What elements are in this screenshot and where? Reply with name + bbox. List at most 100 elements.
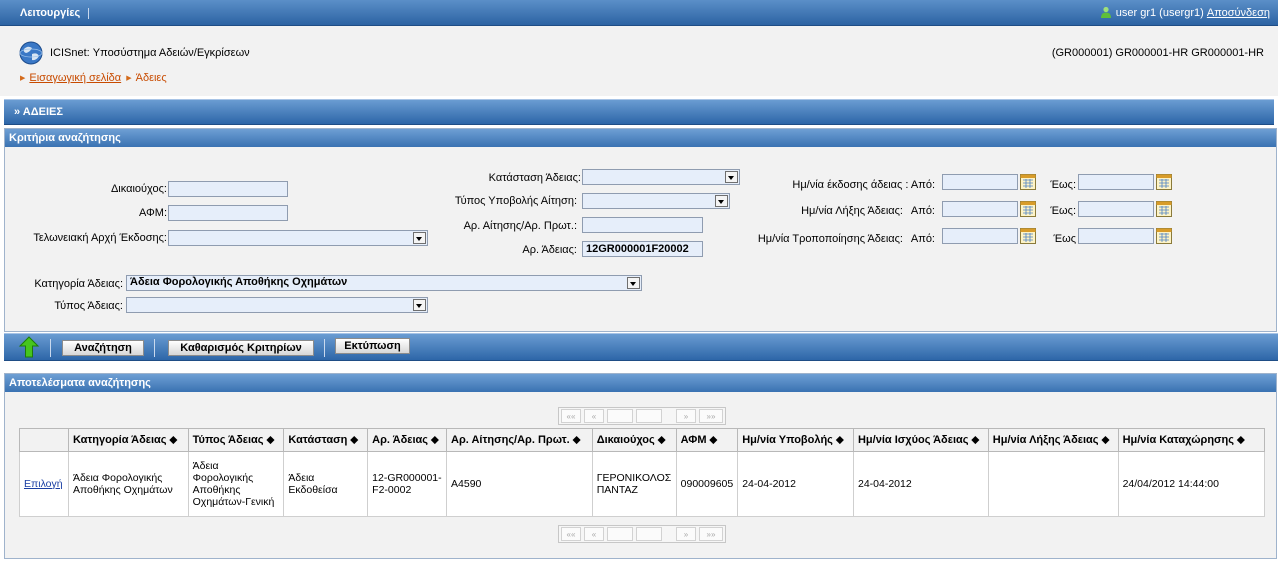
modification-date-to-label: Έως [1053, 233, 1076, 245]
validity-date-cell: 24-04-2012 [852, 451, 989, 517]
application-number-input[interactable] [582, 217, 703, 233]
column-header[interactable]: Ημ/νία Ισχύος Άδειας ⬥ [852, 428, 989, 452]
pager-last-button[interactable]: »» [699, 527, 723, 541]
expiry-date-to-input[interactable] [1078, 201, 1154, 217]
submission-type-select[interactable] [582, 193, 730, 209]
column-header[interactable]: Αρ. Άδειας ⬥ [367, 428, 448, 452]
column-header[interactable]: Δικαιούχος ⬥ [591, 428, 677, 452]
pager-last-button[interactable]: »» [699, 409, 723, 423]
calendar-icon[interactable] [1156, 228, 1172, 244]
pager-next-button[interactable]: » [676, 527, 696, 541]
pager-page-box [636, 527, 662, 541]
criteria-title-bar: Κριτήρια αναζήτησης [5, 129, 1276, 147]
license-number-label: Αρ. Άδειας: [522, 244, 577, 256]
top-menu-bar: Λειτουργίες user gr1 (usergr1) Αποσύνδεσ… [0, 0, 1278, 26]
up-arrow-icon[interactable] [18, 336, 40, 358]
beneficiary-cell: ΓΕΡΟΝΙΚΟΛΟΣ ΠΑΝΤΑΖ [591, 451, 677, 517]
pager-first-button[interactable]: «« [561, 409, 581, 423]
issue-date-label: Ημ/νία έκδοσης άδειας : Από: [792, 179, 935, 191]
column-header[interactable]: Τύπος Άδειας ⬥ [187, 428, 285, 452]
system-code: (GR000001) GR000001-HR GR000001-HR [1051, 47, 1264, 59]
calendar-icon[interactable] [1020, 201, 1036, 217]
pager-next-button[interactable]: » [676, 409, 696, 423]
logout-link[interactable]: Αποσύνδεση [1207, 7, 1270, 19]
pager-page-box [607, 527, 633, 541]
afm-input[interactable] [168, 205, 288, 221]
chevron-down-icon[interactable] [715, 195, 728, 207]
criteria-title: Κριτήρια αναζήτησης [9, 132, 121, 144]
category-label: Κατηγορία Άδειας: [34, 278, 123, 290]
license-number-input[interactable] [582, 241, 703, 257]
expiry-date-from-input[interactable] [942, 201, 1018, 217]
breadcrumb-home-link[interactable]: Εισαγωγική σελίδα [29, 72, 121, 84]
results-pager-top: «« « » »» [558, 407, 726, 425]
status-cell: Άδεια Εκδοθείσα [283, 451, 369, 517]
submission-type-label: Τύπος Υποβολής Αίτηση: [454, 195, 577, 207]
license-number-cell: 12-GR000001-F2-0002 [367, 451, 448, 517]
section-title: » ΑΔΕΙΕΣ [14, 106, 63, 118]
beneficiary-input[interactable] [168, 181, 288, 197]
chevron-down-icon[interactable] [413, 299, 426, 311]
calendar-icon[interactable] [1020, 228, 1036, 244]
calendar-icon[interactable] [1020, 174, 1036, 190]
print-button[interactable]: Εκτύπωση [335, 338, 410, 354]
search-button[interactable]: Αναζήτηση [62, 340, 144, 356]
pager-page-box [607, 409, 633, 423]
calendar-icon[interactable] [1156, 201, 1172, 217]
pager-prev-button[interactable]: « [584, 527, 604, 541]
category-select[interactable]: Άδεια Φορολογικής Αποθήκης Οχημάτων [126, 275, 642, 291]
type-cell: Άδεια Φορολογικής Αποθήκης Οχημάτων-Γενι… [187, 451, 285, 517]
customs-office-label: Τελωνειακή Αρχή Έκδοσης: [33, 232, 167, 244]
issue-date-from-input[interactable] [942, 174, 1018, 190]
status-select[interactable] [582, 169, 740, 185]
modification-date-to-input[interactable] [1078, 228, 1154, 244]
modification-date-from-label: Από: [910, 233, 935, 245]
modification-date-label: Ημ/νία Τροποποίησης Άδειας: [757, 233, 903, 245]
chevron-down-icon[interactable] [725, 171, 738, 183]
search-criteria-panel: Κριτήρια αναζήτησης Δικαιούχος: ΑΦΜ: Τελ… [4, 128, 1277, 332]
results-title-bar: Αποτελέσματα αναζήτησης [5, 374, 1276, 392]
customs-office-select[interactable] [168, 230, 428, 246]
submission-date-cell: 24-04-2012 [737, 451, 854, 517]
chevron-down-icon[interactable] [627, 277, 640, 289]
category-value: Άδεια Φορολογικής Αποθήκης Οχημάτων [130, 276, 348, 288]
results-pager-bottom: «« « » »» [558, 525, 726, 543]
column-header[interactable]: Ημ/νία Λήξης Άδειας ⬥ [987, 428, 1119, 452]
table-row: Επιλογή Άδεια Φορολογικής Αποθήκης Οχημά… [19, 451, 1266, 517]
calendar-icon[interactable] [1156, 174, 1172, 190]
issue-date-to-input[interactable] [1078, 174, 1154, 190]
functions-menu-label[interactable]: Λειτουργίες [20, 7, 80, 19]
modification-date-from-input[interactable] [942, 228, 1018, 244]
pager-page-box [636, 409, 662, 423]
license-type-select[interactable] [126, 297, 428, 313]
toolbar-separator [324, 339, 325, 357]
afm-label: ΑΦΜ: [138, 207, 167, 219]
column-header[interactable]: Ημ/νία Καταχώρησης ⬥ [1117, 428, 1266, 452]
pager-prev-button[interactable]: « [584, 409, 604, 423]
breadcrumb-arrow-icon: ▶ [20, 75, 26, 82]
chevron-down-icon[interactable] [413, 232, 426, 244]
user-info: user gr1 (usergr1) Αποσύνδεση [1100, 6, 1270, 19]
breadcrumb-arrow-icon: ▶ [126, 75, 132, 82]
user-icon [1100, 6, 1111, 18]
expiry-date-to-label: Έως: [1050, 205, 1076, 217]
breadcrumb: ▶ Εισαγωγική σελίδα ▶ Άδειες [20, 72, 167, 84]
clear-criteria-button[interactable]: Καθαρισμός Κριτηρίων [168, 340, 314, 356]
column-header[interactable]: ΑΦΜ ⬥ [675, 428, 739, 452]
functions-menu[interactable]: Λειτουργίες [20, 7, 90, 19]
pager-first-button[interactable]: «« [561, 527, 581, 541]
issue-date-to-label: Έως: [1050, 179, 1076, 191]
select-link[interactable]: Επιλογή [24, 478, 63, 490]
toolbar-separator [154, 339, 155, 357]
column-header[interactable]: Κατηγορία Άδειας ⬥ [67, 428, 189, 452]
results-panel: Αποτελέσματα αναζήτησης «« « » »» Κατηγο… [4, 373, 1277, 559]
application-number-label: Αρ. Αίτησης/Αρ. Πρωτ.: [463, 220, 577, 232]
column-header[interactable]: Αρ. Αίτησης/Αρ. Πρωτ. ⬥ [446, 428, 593, 452]
afm-cell: 090009605 [675, 451, 739, 517]
results-title: Αποτελέσματα αναζήτησης [9, 377, 151, 389]
system-title: ICISnet: Υποσύστημα Αδειών/Εγκρίσεων [50, 47, 250, 59]
user-label: user gr1 (usergr1) [1115, 7, 1204, 19]
column-header[interactable]: Ημ/νία Υποβολής ⬥ [737, 428, 854, 452]
expiry-date-label: Ημ/νία Λήξης Άδειας: [801, 205, 903, 217]
column-header[interactable]: Κατάσταση ⬥ [283, 428, 369, 452]
